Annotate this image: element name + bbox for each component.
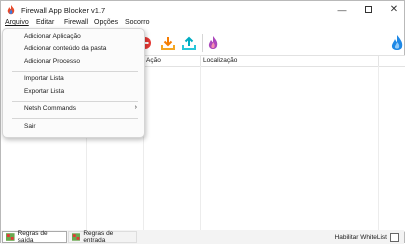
grid-line: [378, 66, 379, 231]
menu-separator: [12, 101, 138, 102]
menu-item-import-list[interactable]: Importar Lista: [24, 75, 64, 82]
menu-item-exit[interactable]: Sair: [24, 123, 36, 130]
submenu-arrow-icon: ›: [134, 104, 137, 111]
tab-outbound-rules[interactable]: Regras de saída: [2, 230, 67, 244]
menu-separator: [12, 118, 138, 119]
minimize-button[interactable]: —: [329, 3, 355, 16]
column-header-localizacao[interactable]: Localização: [201, 56, 379, 66]
menu-separator: [12, 71, 138, 72]
menu-socorro[interactable]: Socorro: [125, 19, 150, 26]
menu-editar[interactable]: Editar: [36, 19, 54, 26]
inbound-rules-icon: [72, 233, 81, 241]
whitelist-label: Habilitar WhiteList: [334, 234, 387, 241]
tab-inbound-label: Regras de entrada: [83, 230, 114, 244]
title-bar: Firewall App Blocker v1.7 — ✕: [1, 1, 404, 19]
menu-item-netsh-commands[interactable]: Netsh Commands: [24, 105, 76, 112]
close-button[interactable]: ✕: [381, 3, 407, 16]
purple-flame-icon[interactable]: [205, 35, 221, 51]
window-title: Firewall App Blocker v1.7: [21, 6, 106, 15]
menu-firewall[interactable]: Firewall: [64, 19, 88, 26]
menu-item-export-list[interactable]: Exportar Lista: [24, 88, 64, 95]
upload-arrow-icon[interactable]: [181, 35, 197, 51]
tab-inbound-rules[interactable]: Regras de entrada: [68, 230, 137, 244]
menu-item-add-process[interactable]: Adicionar Processo: [24, 58, 80, 65]
menu-item-add-folder[interactable]: Adicionar conteúdo da pasta: [24, 45, 106, 52]
blue-flame-icon[interactable]: [389, 35, 405, 51]
menu-arquivo[interactable]: Arquivo: [5, 19, 29, 26]
download-arrow-icon[interactable]: [160, 35, 176, 51]
column-header-acao[interactable]: Ação: [144, 56, 201, 66]
outbound-rules-icon: [6, 233, 15, 241]
maximize-icon: [364, 6, 372, 13]
whitelist-toggle[interactable]: Habilitar WhiteList: [335, 233, 399, 242]
app-window: Firewall App Blocker v1.7 — ✕ Arquivo Ed…: [0, 0, 405, 244]
status-bar: Regras de saída Regras de entrada Habili…: [1, 230, 404, 244]
menu-opcoes[interactable]: Opções: [94, 19, 118, 26]
menu-item-add-app[interactable]: Adicionar Aplicação: [24, 33, 81, 40]
arquivo-dropdown-menu: Adicionar Aplicação Adicionar conteúdo d…: [2, 28, 145, 138]
whitelist-checkbox[interactable]: [390, 233, 399, 242]
grid-line: [200, 66, 201, 231]
toolbar-separator: [202, 34, 203, 52]
app-flame-icon: [7, 5, 15, 15]
tab-outbound-label: Regras de saída: [17, 230, 48, 244]
maximize-button[interactable]: [355, 3, 381, 16]
